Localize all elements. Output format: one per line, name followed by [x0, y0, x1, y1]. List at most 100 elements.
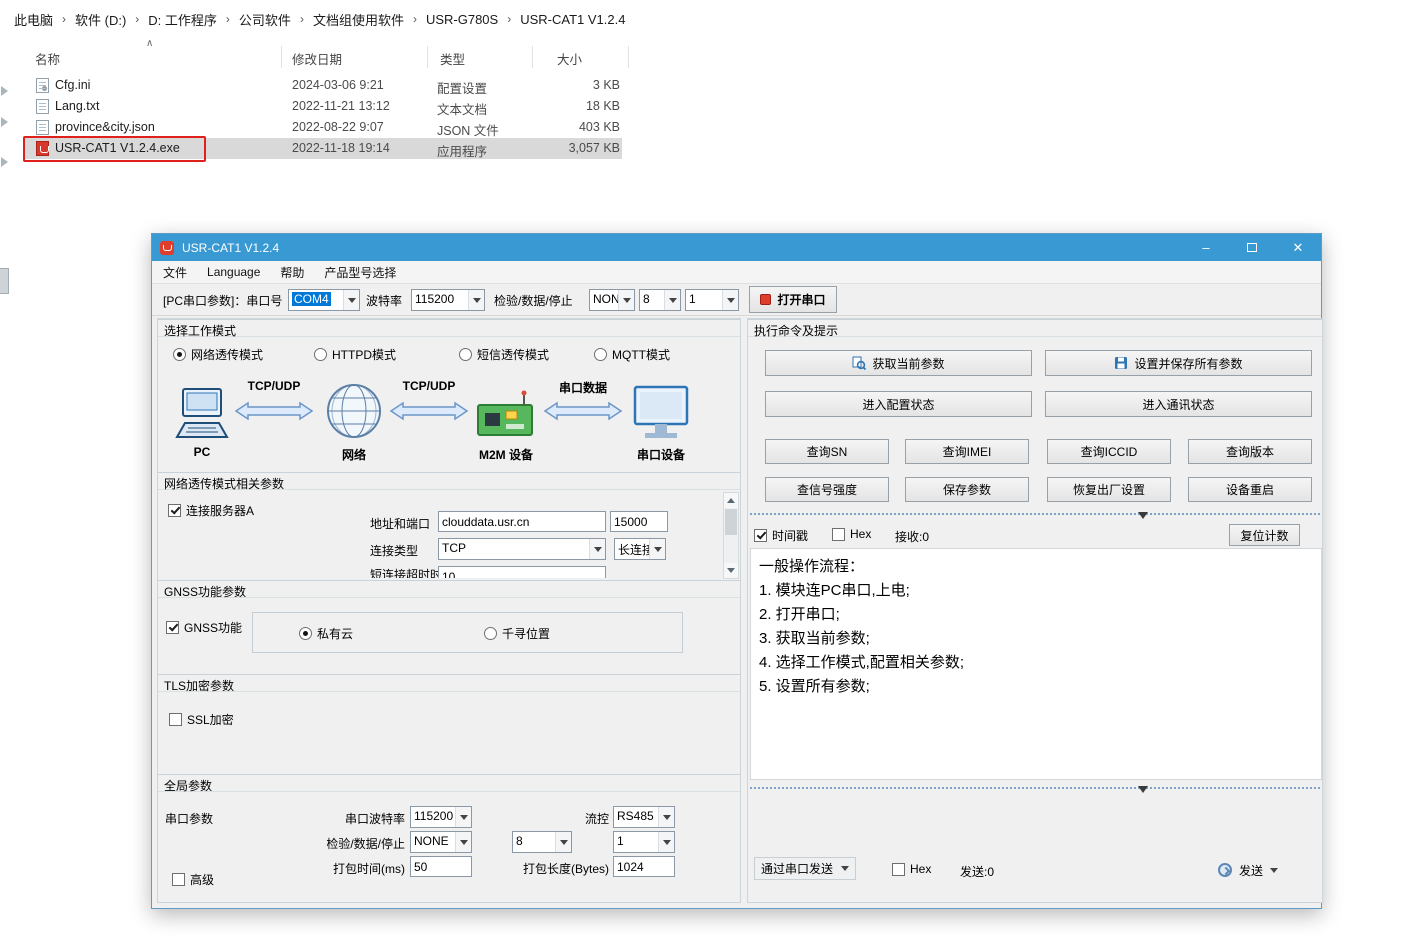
button-label: 复位计数	[1240, 527, 1288, 544]
receive-splitter[interactable]	[750, 513, 1320, 515]
menu-help[interactable]: 帮助	[280, 264, 304, 281]
breadcrumb-item-company-software[interactable]: 公司软件	[235, 10, 295, 29]
device-restart-button[interactable]: 设备重启	[1188, 477, 1312, 502]
get-current-params-button[interactable]: 获取当前参数	[765, 350, 1032, 376]
radio-label: 千寻位置	[502, 625, 550, 642]
set-save-all-params-button[interactable]: 设置并保存所有参数	[1045, 350, 1312, 376]
parity-select[interactable]: NONI	[589, 289, 635, 311]
maximize-button[interactable]	[1229, 234, 1275, 261]
section-header-global: 全局参数	[158, 774, 740, 792]
column-divider[interactable]	[427, 46, 428, 68]
checkbox-gnss-enable[interactable]: GNSS功能	[166, 619, 242, 636]
column-header-date[interactable]: 修改日期	[292, 49, 342, 68]
file-row-cfg-ini[interactable]: Cfg.ini 2024-03-06 9:21 配置设置 3 KB	[24, 75, 622, 96]
receive-log-area[interactable]: 一般操作流程： 1. 模块连PC串口,上电; 2. 打开串口; 3. 获取当前参…	[750, 548, 1322, 780]
pc-icon	[174, 387, 230, 443]
file-row-province-city-json[interactable]: province&city.json 2022-08-22 9:07 JSON …	[24, 117, 622, 138]
databits-select[interactable]: 8	[639, 289, 681, 311]
text-file-icon	[36, 99, 49, 114]
tree-expander-icon[interactable]	[1, 117, 8, 127]
checkbox-send-hex[interactable]: Hex	[892, 862, 931, 876]
parity-value: NONI	[590, 290, 618, 310]
query-sn-button[interactable]: 查询SN	[765, 439, 889, 464]
flow-control-select[interactable]: RS485	[613, 806, 675, 828]
file-date: 2022-11-21 13:12	[292, 99, 390, 113]
checkbox-advanced[interactable]: 高级	[172, 871, 214, 888]
query-version-button[interactable]: 查询版本	[1188, 439, 1312, 464]
radio-qianxun[interactable]: 千寻位置	[484, 625, 550, 642]
breadcrumb-separator-icon: ›	[130, 12, 144, 26]
column-header-size[interactable]: 大小	[557, 49, 582, 68]
enter-comm-state-button[interactable]: 进入通讯状态	[1045, 391, 1312, 417]
net-params-scrollbar[interactable]	[723, 492, 739, 579]
close-button[interactable]: ✕	[1275, 234, 1321, 261]
breadcrumb-item-this-pc[interactable]: 此电脑	[10, 10, 57, 29]
global-databits-select[interactable]: 8	[512, 831, 572, 853]
pack-time-input[interactable]	[410, 856, 472, 877]
minimize-icon: –	[1202, 240, 1209, 255]
flow-control-label: 流控	[558, 810, 609, 827]
checkbox-timestamp[interactable]: 时间戳	[754, 527, 808, 544]
tree-expander-icon[interactable]	[1, 157, 8, 167]
global-stopbits-value: 1	[614, 832, 658, 852]
breadcrumb-separator-icon: ›	[408, 12, 422, 26]
checkbox-connect-server-a[interactable]: 连接服务器A	[168, 502, 254, 519]
save-params-button[interactable]: 保存参数	[905, 477, 1029, 502]
breadcrumb-item-usr-g780s[interactable]: USR-G780S	[422, 12, 502, 27]
tree-expander-icon[interactable]	[1, 86, 8, 96]
global-baud-select[interactable]: 115200	[410, 806, 472, 828]
query-iccid-button[interactable]: 查询ICCID	[1047, 439, 1171, 464]
window-titlebar[interactable]: USR-CAT1 V1.2.4 – ✕	[152, 234, 1321, 261]
splitter-handle-icon[interactable]	[1138, 786, 1148, 793]
ini-file-icon	[36, 78, 49, 93]
scrollbar-thumb[interactable]	[725, 509, 737, 535]
breadcrumb-item-doc-team-software[interactable]: 文档组使用软件	[309, 10, 408, 29]
menu-model-select[interactable]: 产品型号选择	[324, 264, 396, 281]
breadcrumb-item-work-programs[interactable]: D: 工作程序	[144, 10, 221, 29]
server-port-input[interactable]	[610, 511, 668, 532]
conn-type-select[interactable]: TCP	[438, 538, 606, 560]
conn-mode-select[interactable]: 长连接	[614, 538, 666, 560]
minimize-button[interactable]: –	[1183, 234, 1229, 261]
menu-file[interactable]: 文件	[163, 264, 187, 281]
radio-mqtt-mode[interactable]: MQTT模式	[594, 346, 670, 363]
stopbits-select[interactable]: 1	[685, 289, 739, 311]
menu-language[interactable]: Language	[207, 265, 260, 279]
column-divider[interactable]	[281, 46, 282, 68]
column-divider[interactable]	[532, 46, 533, 68]
column-divider[interactable]	[628, 46, 629, 68]
radio-private-cloud[interactable]: 私有云	[299, 625, 353, 642]
pack-length-input[interactable]	[613, 856, 675, 877]
checkbox-ssl[interactable]: SSL加密	[169, 711, 234, 728]
radio-sms-mode[interactable]: 短信透传模式	[459, 346, 549, 363]
checkbox-receive-hex[interactable]: Hex	[832, 527, 871, 541]
send-via-serial-dropdown[interactable]: 通过串口发送	[754, 857, 856, 880]
query-signal-button[interactable]: 查信号强度	[765, 477, 889, 502]
factory-reset-button[interactable]: 恢复出厂设置	[1047, 477, 1171, 502]
scroll-up-icon[interactable]	[724, 493, 738, 508]
scroll-down-icon[interactable]	[724, 563, 738, 578]
enter-config-state-button[interactable]: 进入配置状态	[765, 391, 1032, 417]
radio-net-transparent-mode[interactable]: 网络透传模式	[173, 346, 263, 363]
com-port-select[interactable]: COM4	[288, 289, 360, 311]
short-conn-timeout-input[interactable]	[438, 566, 606, 578]
baud-select[interactable]: 115200	[411, 289, 485, 311]
radio-httpd-mode[interactable]: HTTPD模式	[314, 346, 396, 363]
send-splitter[interactable]	[750, 787, 1320, 789]
checkbox-checked-icon	[166, 621, 179, 634]
file-row-lang-txt[interactable]: Lang.txt 2022-11-21 13:12 文本文档 18 KB	[24, 96, 622, 117]
query-imei-button[interactable]: 查询IMEI	[905, 439, 1029, 464]
breadcrumb-item-drive-d[interactable]: 软件 (D:)	[71, 10, 130, 29]
column-header-name[interactable]: 名称	[35, 49, 60, 68]
open-port-button[interactable]: 打开串口	[749, 286, 837, 313]
left-scrollbar-fragment[interactable]	[0, 268, 9, 294]
global-stopbits-select[interactable]: 1	[613, 831, 675, 853]
server-address-input[interactable]	[438, 511, 606, 532]
reset-count-button[interactable]: 复位计数	[1229, 524, 1300, 546]
column-header-type[interactable]: 类型	[440, 49, 465, 68]
breadcrumb-separator-icon: ›	[502, 12, 516, 26]
splitter-handle-icon[interactable]	[1138, 512, 1148, 519]
send-button[interactable]: 发送	[1218, 859, 1278, 881]
breadcrumb-item-usr-cat1[interactable]: USR-CAT1 V1.2.4	[516, 12, 629, 27]
global-parity-select[interactable]: NONE	[410, 831, 472, 853]
